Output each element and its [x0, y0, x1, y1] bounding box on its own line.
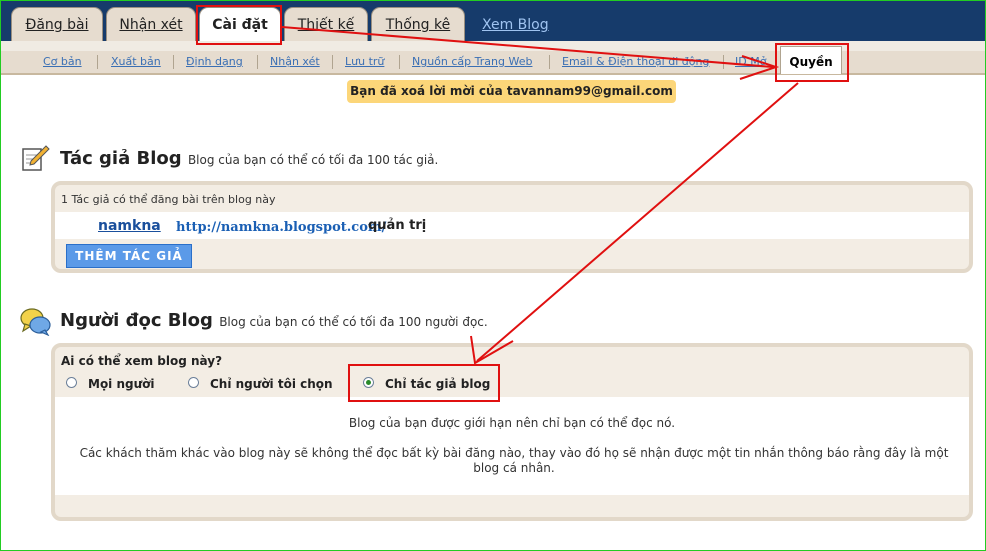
arrow-settings-to-permissions	[281, 26, 774, 68]
annotation-arrows	[281, 26, 799, 365]
arrow-permissions-to-option	[476, 82, 799, 362]
arrow-head	[470, 335, 514, 365]
